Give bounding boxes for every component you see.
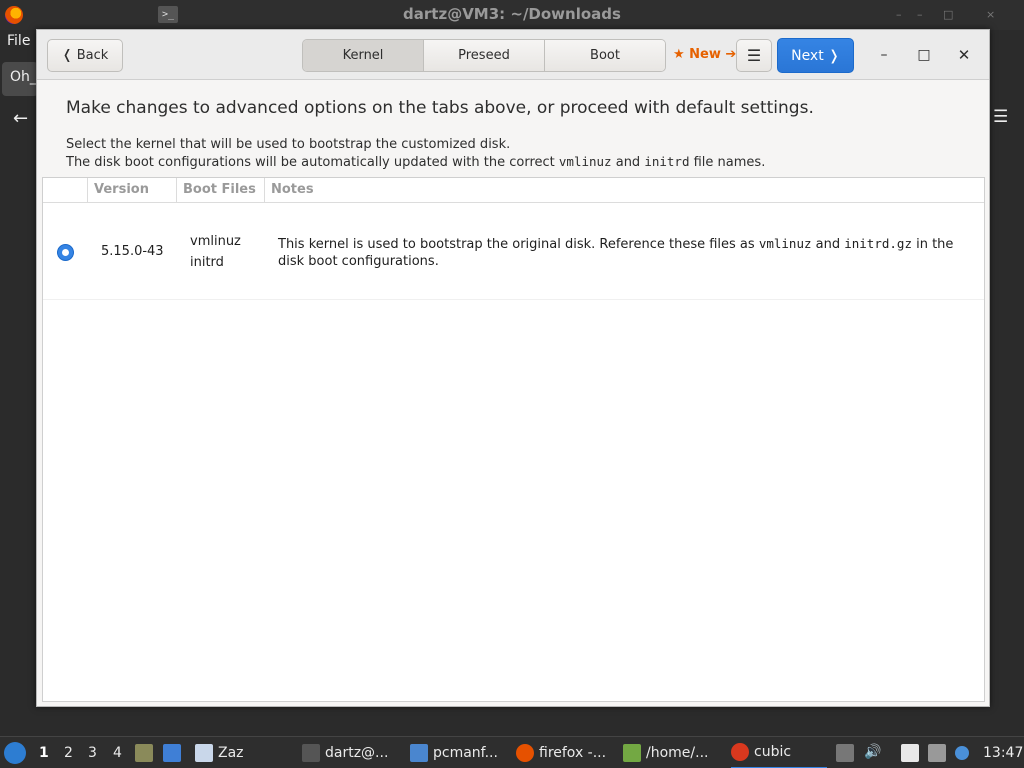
workspace-4[interactable]: 4 [113, 745, 122, 761]
task-label: cubic [754, 744, 792, 760]
cell-version: 5.15.0-43 [101, 244, 164, 259]
background-right-panel [990, 30, 1024, 736]
bg-minimize-icon[interactable]: – [896, 8, 902, 21]
code-initrd-gz: initrd.gz [844, 236, 912, 251]
volume-icon[interactable]: 🔊 [864, 744, 882, 762]
updates-icon[interactable] [955, 746, 969, 760]
file-manager-launcher-icon[interactable] [135, 744, 153, 762]
task-terminal[interactable]: dartz@... [302, 737, 388, 768]
tab-preseed[interactable]: Preseed [424, 40, 545, 71]
workspace-2[interactable]: 2 [64, 745, 73, 761]
workspace-1[interactable]: 1 [39, 745, 49, 761]
table-header: Version Boot Files Notes [43, 178, 984, 203]
desc-text: and [611, 155, 645, 170]
hamburger-menu-icon[interactable]: ☰ [993, 107, 1008, 127]
code-vmlinuz: vmlinuz [758, 236, 812, 251]
firefox-icon [516, 744, 534, 762]
column-header-version[interactable]: Version [87, 178, 176, 202]
kernel-table: Version Boot Files Notes 5.15.0-43 vmlin… [42, 177, 985, 702]
task-home[interactable]: /home/... [623, 737, 708, 768]
tab-switcher: Kernel Preseed Boot [302, 39, 666, 72]
new-badge: ★ New ➔ [673, 47, 737, 62]
page-heading: Make changes to advanced options on the … [66, 98, 814, 118]
task-label: dartz@... [325, 745, 389, 761]
background-tab[interactable]: Oh_ [2, 62, 38, 96]
column-header-boot-files[interactable]: Boot Files [176, 178, 264, 202]
folder-icon [410, 744, 428, 762]
back-button[interactable]: ❬ Back [47, 39, 123, 72]
scroll-up-icon[interactable] [836, 744, 854, 762]
task-zaz[interactable]: Zaz [195, 737, 244, 768]
code-vmlinuz: vmlinuz [558, 154, 612, 169]
bg-shade-icon[interactable]: – [917, 8, 923, 21]
task-label: firefox -... [539, 745, 607, 761]
task-cubic[interactable]: cubic [731, 737, 827, 768]
description-line-1: Select the kernel that will be used to b… [66, 137, 511, 152]
window-icon [195, 744, 213, 762]
clock[interactable]: 13:47 [983, 745, 1023, 761]
back-arrow-icon[interactable]: ← [13, 108, 28, 129]
background-window-title: dartz@VM3: ~/Downloads [403, 5, 621, 23]
description-line-2: The disk boot configurations will be aut… [66, 154, 765, 170]
cell-notes: This kernel is used to bootstrap the ori… [278, 235, 978, 270]
start-menu-icon[interactable] [4, 742, 26, 764]
notes-text: and [811, 237, 845, 252]
cell-boot-file: vmlinuz [190, 234, 241, 249]
cubic-icon [731, 743, 749, 761]
close-icon[interactable]: ✕ [953, 44, 975, 66]
file-menu[interactable]: File [7, 33, 30, 49]
desc-text: The disk boot configurations will be aut… [66, 155, 559, 170]
column-header-notes[interactable]: Notes [264, 178, 984, 202]
task-firefox[interactable]: firefox -... [516, 737, 606, 768]
cell-boot-file: initrd [190, 255, 224, 270]
kernel-radio-button[interactable] [57, 244, 74, 261]
task-label: pcmanf... [433, 745, 498, 761]
next-button[interactable]: Next ❭ [777, 38, 854, 73]
network-icon[interactable] [928, 744, 946, 762]
task-pcmanfm[interactable]: pcmanf... [410, 737, 498, 768]
bg-close-icon[interactable]: × [986, 8, 995, 21]
tab-kernel[interactable]: Kernel [303, 40, 424, 71]
cubic-window: ❬ Back Kernel Preseed Boot ★ New ➔ ☰ Nex… [36, 29, 990, 707]
clipboard-icon[interactable] [901, 744, 919, 762]
desktop-launcher-icon[interactable] [163, 744, 181, 762]
desc-text: file names. [689, 155, 766, 170]
task-label: Zaz [218, 745, 244, 761]
radio-dot [62, 249, 69, 256]
background-left-panel [0, 30, 38, 736]
task-label: /home/... [646, 745, 709, 761]
workspace-3[interactable]: 3 [88, 745, 97, 761]
tab-boot[interactable]: Boot [545, 40, 665, 71]
minimize-icon[interactable]: – [873, 44, 895, 66]
maximize-icon[interactable]: □ [913, 44, 935, 66]
notes-text: This kernel is used to bootstrap the ori… [278, 237, 759, 252]
bg-maximize-icon[interactable]: □ [943, 8, 953, 21]
terminal-icon [302, 744, 320, 762]
taskbar: 1 2 3 4 Zaz dartz@... pcmanf... firefox … [0, 736, 1024, 768]
code-initrd: initrd [644, 154, 690, 169]
header-bar: ❬ Back Kernel Preseed Boot ★ New ➔ ☰ Nex… [37, 30, 989, 80]
menu-button[interactable]: ☰ [736, 39, 772, 72]
table-row[interactable]: 5.15.0-43 vmlinuz initrd This kernel is … [43, 204, 984, 300]
file-icon [623, 744, 641, 762]
